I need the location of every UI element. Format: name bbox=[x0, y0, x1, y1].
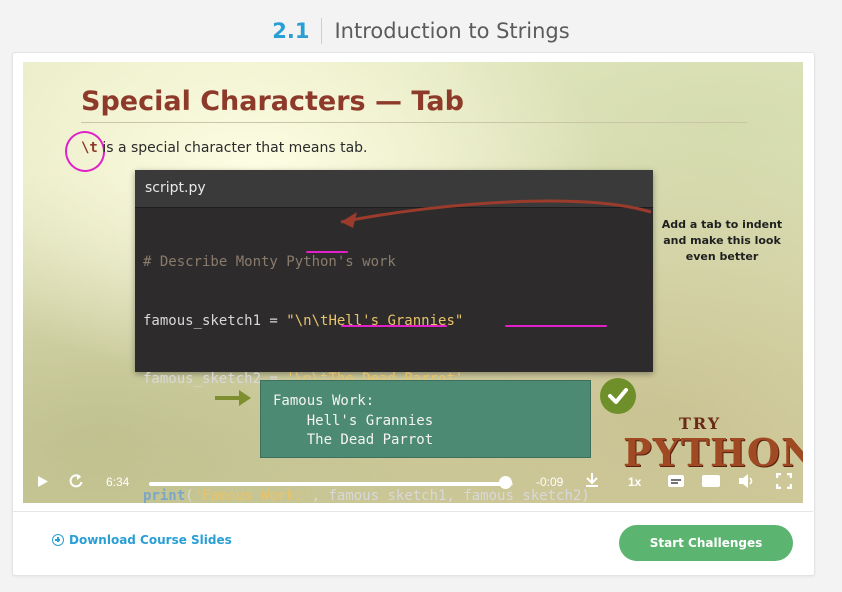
progress-fill bbox=[149, 482, 505, 486]
checkmark-icon bbox=[600, 378, 636, 414]
output-line: Famous Work: bbox=[273, 393, 375, 409]
captions-icon[interactable] bbox=[667, 474, 685, 488]
header-divider bbox=[321, 18, 323, 44]
play-icon[interactable] bbox=[37, 475, 49, 488]
section-title: Introduction to Strings bbox=[334, 19, 570, 43]
slide-annotation: Add a tab to indent and make this look e… bbox=[661, 218, 783, 263]
progress-knob[interactable] bbox=[498, 476, 512, 489]
download-icon[interactable] bbox=[585, 472, 599, 488]
remaining-time: -0:09 bbox=[536, 475, 564, 489]
section-number: 2.1 bbox=[272, 19, 310, 43]
volume-icon[interactable] bbox=[738, 473, 756, 489]
plus-circle-icon bbox=[52, 534, 64, 546]
output-line: The Dead Parrot bbox=[273, 432, 434, 448]
start-challenges-button[interactable]: Start Challenges bbox=[619, 525, 793, 561]
current-time: 6:34 bbox=[106, 475, 130, 489]
logo-python: PYTHON bbox=[623, 430, 803, 475]
output-text: Famous Work: Hell's Grannies The Dead Pa… bbox=[273, 392, 433, 451]
output-box: Famous Work: Hell's Grannies The Dead Pa… bbox=[260, 380, 591, 458]
fullscreen-icon[interactable] bbox=[776, 473, 792, 489]
footer-divider bbox=[12, 511, 813, 512]
output-line: Hell's Grannies bbox=[273, 412, 434, 429]
progress-bar[interactable] bbox=[149, 482, 513, 486]
section-header: 2.1 Introduction to Strings bbox=[0, 14, 842, 48]
download-slides-link[interactable]: Download Course Slides bbox=[52, 533, 232, 547]
download-slides-label: Download Course Slides bbox=[69, 533, 232, 547]
hd-icon[interactable] bbox=[701, 474, 721, 488]
speed-button[interactable]: 1x bbox=[628, 475, 641, 489]
right-arrow-icon bbox=[215, 390, 251, 406]
video-player[interactable]: Special Characters — Tab \t is a special… bbox=[23, 62, 803, 503]
replay-icon[interactable] bbox=[68, 473, 84, 489]
